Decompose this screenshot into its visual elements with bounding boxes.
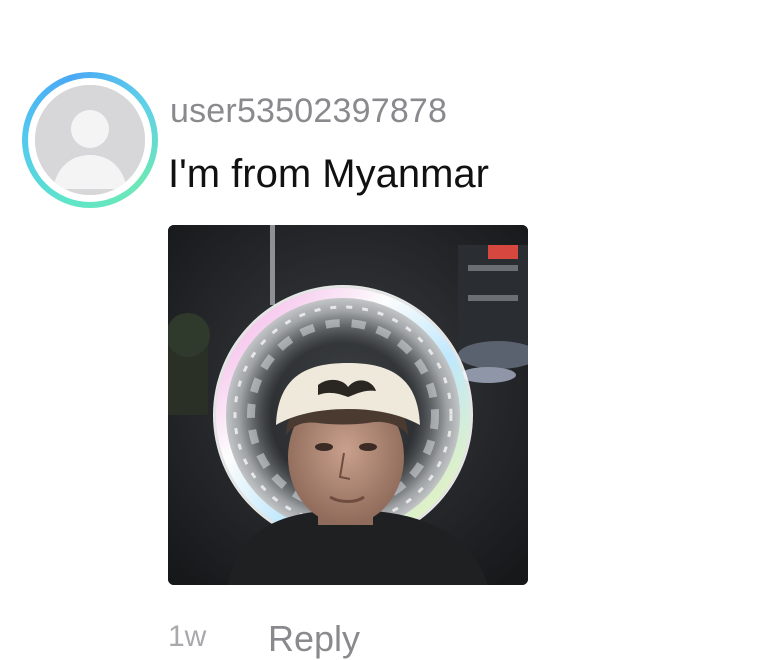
default-user-icon [35,85,145,195]
comment-item: user53502397878 I'm from Myanmar 1w Repl… [0,0,767,659]
comment-text: I'm from Myanmar [168,152,489,196]
comment-username[interactable]: user53502397878 [170,92,447,131]
comment-photo[interactable] [168,225,528,585]
avatar[interactable] [22,72,158,208]
reply-button[interactable]: Reply [268,618,360,660]
comment-timestamp: 1w [168,620,207,653]
